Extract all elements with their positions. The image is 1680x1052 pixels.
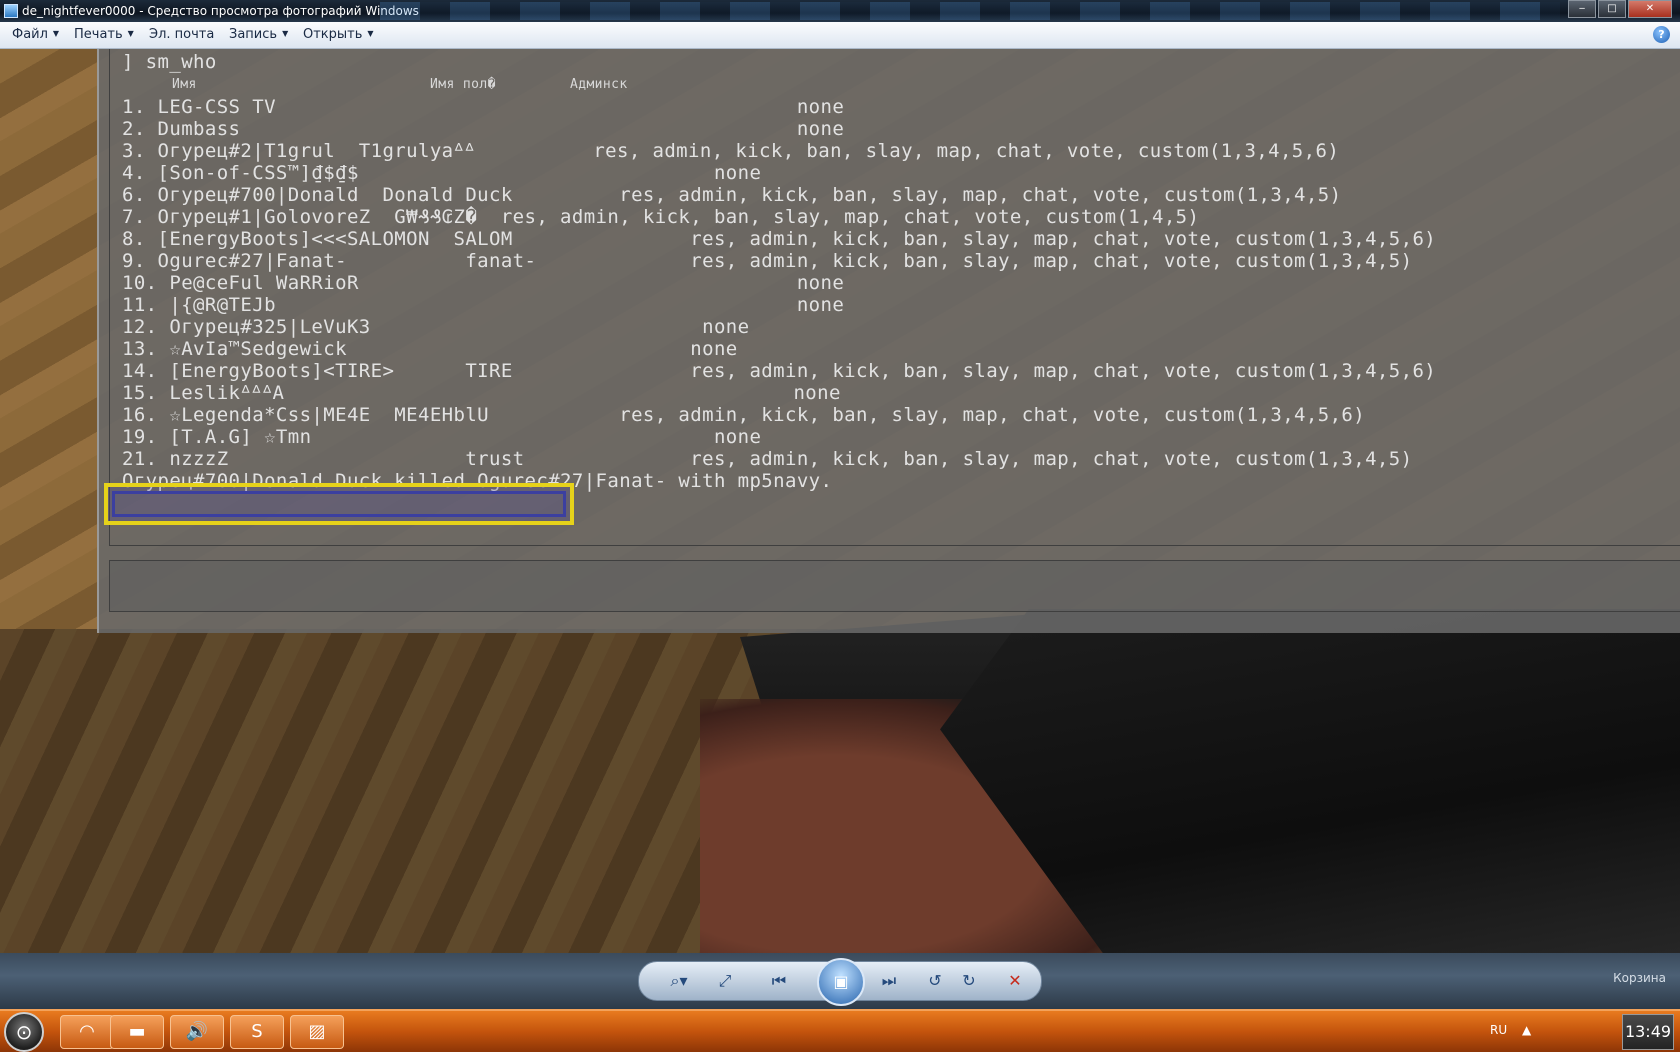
console-row: 4. [Son-of-CSS™]₫$₫$ none [122,162,762,184]
viewer-toolbar: ⌕▾ ⤢ ⏮ ▣ ⏭ ↺ ↻ ✕ Корзина [0,953,1680,1009]
menu-email[interactable]: Эл. почта [149,27,214,42]
menu-burn-label: Запись [229,27,278,42]
viewer-controls: ⌕▾ ⤢ ⏮ ▣ ⏭ ↺ ↻ ✕ [638,958,1042,1006]
actual-size-icon[interactable]: ⤢ [711,968,739,994]
console-output: ] sm_who Имя Имя пол� Админск 1. LEG-CSS… [109,49,1680,546]
console-row: 11. |{@R@TEJb none [122,294,845,316]
previous-icon[interactable]: ⏮ [765,968,793,994]
console-row: 6. Огурец#700|Donald Donald Duck res, ad… [122,184,1342,206]
next-icon[interactable]: ⏭ [875,968,903,994]
window-controls: ‒ □ ✕ [1568,0,1672,18]
header-access: Админск [570,77,628,92]
console-row: 1. LEG-CSS TV none [122,96,845,118]
clock[interactable]: 13:49 [1622,1014,1674,1050]
taskbar-item-photo-viewer[interactable]: ▨ [290,1015,344,1049]
header-name: Имя [172,77,197,92]
taskbar-item-window[interactable]: ▬ [110,1015,164,1049]
menu-print[interactable]: Печать ▼ [74,27,134,42]
chevron-down-icon: ▼ [127,29,134,38]
minimize-button[interactable]: ‒ [1568,0,1596,18]
zoom-icon[interactable]: ⌕▾ [661,968,697,994]
maximize-button[interactable]: □ [1598,0,1626,18]
title-bar-decoration [380,2,1560,20]
console-row: 2. Dumbass none [122,118,845,140]
taskbar: ⊙ ◠ ▬ 🔊 S ▨ RU ▲ 13:49 [0,1009,1680,1052]
title-bar: de_nightfever0000 - Средство просмотра ф… [0,0,1680,22]
chevron-down-icon: ▼ [282,29,289,38]
recycle-label: Корзина [1613,971,1666,985]
console-row: 16. ☆Legenda*Css|ME4E ME4EHblU res, admi… [122,404,1366,426]
console-row: 7. Огурец#1|GolovoreZ G₩₰₰₢Z� res, admin… [122,206,1200,228]
rotate-ccw-icon[interactable]: ↺ [921,968,949,994]
menu-open-label: Открыть [303,27,363,42]
console-row-highlighted: 21. nzzzZ trust res, admin, kick, ban, s… [122,448,1413,470]
menu-open[interactable]: Открыть ▼ [303,27,374,42]
delete-icon[interactable]: ✕ [1001,968,1029,994]
console-input[interactable] [109,560,1680,612]
highlight-annotation [104,483,574,525]
console-row: 9. Ogurec#27|Fanat- fanat- res, admin, k… [122,250,1413,272]
menu-email-label: Эл. почта [149,27,215,42]
taskbar-item-skype[interactable]: S [230,1015,284,1049]
menu-file-label: Файл [12,27,48,42]
console-row: 12. Огурец#325|LeVuK3 none [122,316,750,338]
start-button[interactable]: ⊙ [4,1012,44,1052]
console-row: 8. [EnergyBoots]<<<SALOMON SALOM res, ad… [122,228,1437,250]
tray-expand-icon[interactable]: ▲ [1522,1023,1531,1037]
menu-bar: Файл ▼ Печать ▼ Эл. почта Запись ▼ Открыть ▼… [0,22,1680,49]
photo-display: ] sm_who Имя Имя пол� Админск 1. LEG-CSS… [0,49,1680,953]
console-row: 3. Огурец#2|T1grul T1grulyaᐞᐞ res, admin… [122,140,1340,162]
rotate-cw-icon[interactable]: ↻ [955,968,983,994]
menu-print-label: Печать [74,27,123,42]
header-username: Имя пол� [430,77,496,92]
slideshow-button[interactable]: ▣ [817,958,865,1006]
chevron-down-icon: ▼ [367,29,374,38]
window-title: de_nightfever0000 - Средство просмотра ф… [22,4,419,18]
taskbar-item-explorer[interactable]: ◠ [60,1015,114,1049]
console-row: 10. Pe@ceFul WaRRioR none [122,272,845,294]
close-button[interactable]: ✕ [1628,0,1672,18]
console-command: ] sm_who [122,51,217,73]
console-row: 19. [T.A.G] ☆Tmn none [122,426,762,448]
game-console: ] sm_who Имя Имя пол� Админск 1. LEG-CSS… [97,49,1680,633]
highlight-annotation-inner [112,491,566,517]
menu-file[interactable]: Файл ▼ [12,27,59,42]
help-icon[interactable]: ? [1653,26,1670,43]
console-row: 13. ☆AvIa™Sedgewick none [122,338,738,360]
console-row: 14. [EnergyBoots]<TIRE> TIRE res, admin,… [122,360,1437,382]
photo-viewer-icon [4,4,18,18]
console-row: 15. LeslikᐞᐞᐞA none [122,382,841,404]
taskbar-item-media[interactable]: 🔊 [170,1015,224,1049]
language-indicator[interactable]: RU [1490,1023,1507,1037]
menu-burn[interactable]: Запись ▼ [229,27,288,42]
chevron-down-icon: ▼ [52,29,60,38]
